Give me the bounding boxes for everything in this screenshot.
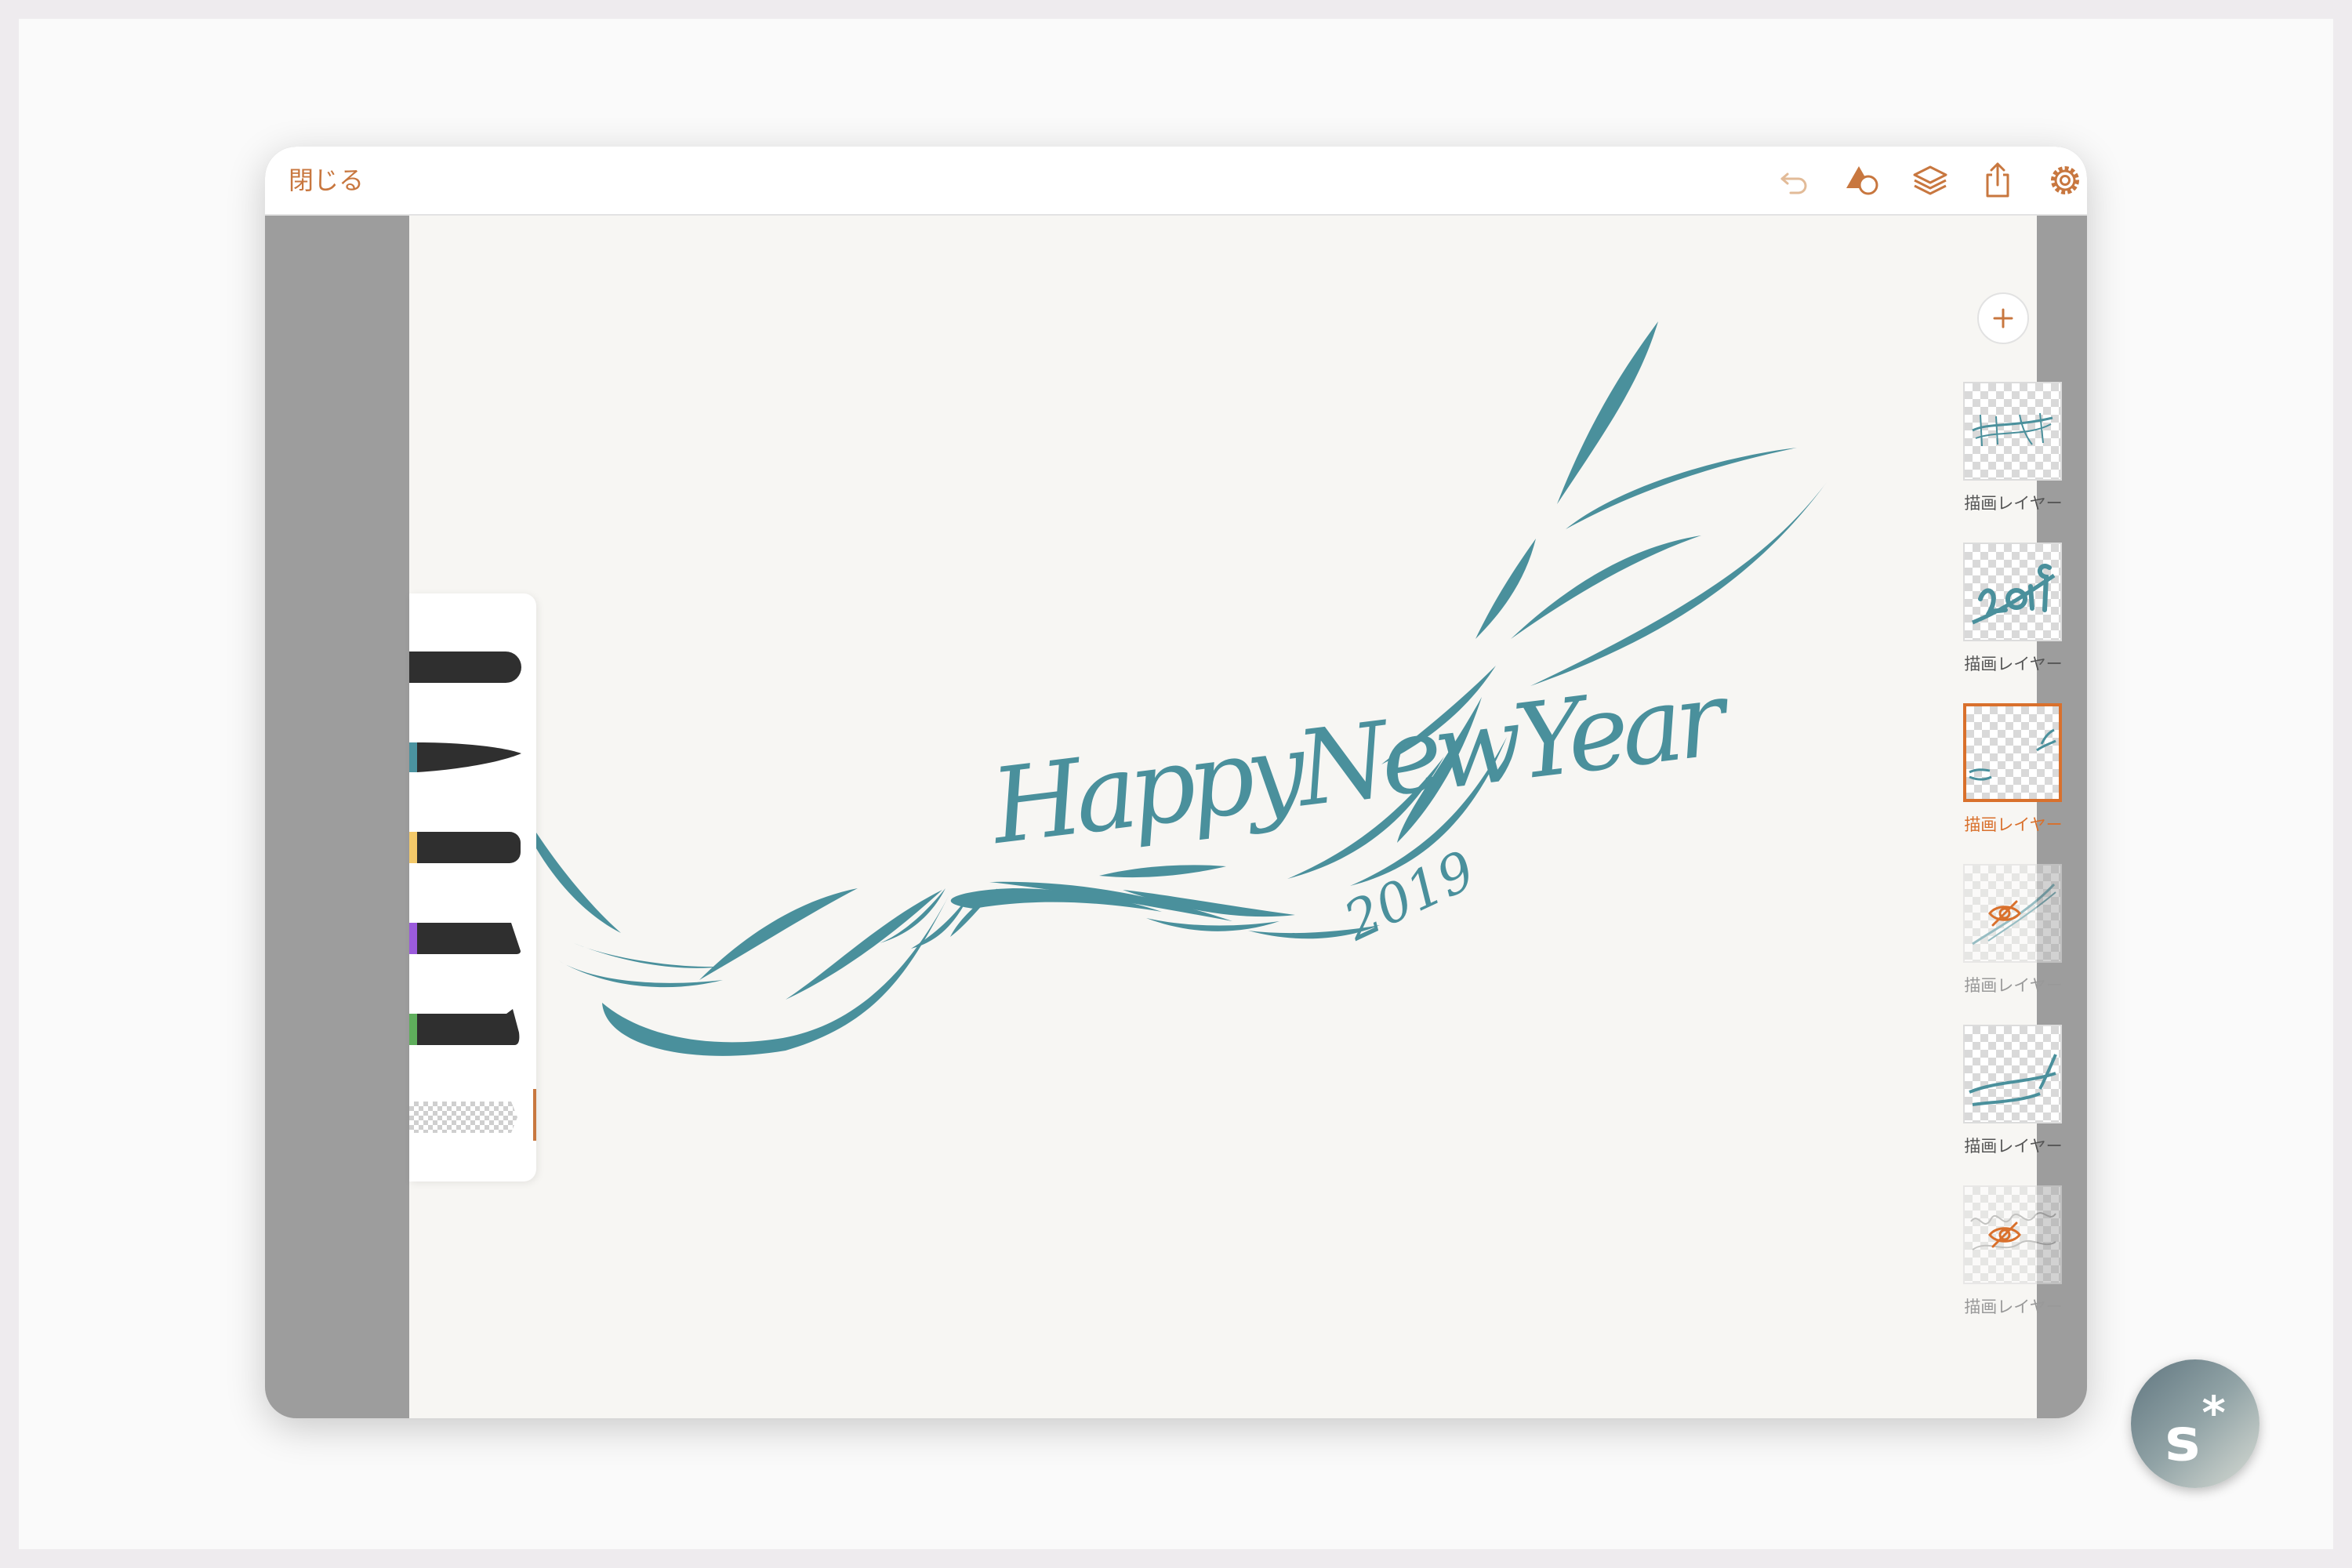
leaf-stroke <box>574 943 723 968</box>
share-button[interactable] <box>1977 160 2018 201</box>
pen-brush-icon <box>409 742 521 772</box>
top-toolbar: 閉じる <box>265 147 2087 216</box>
shapes-icon <box>1846 166 1878 195</box>
undo-icon <box>1780 172 1807 194</box>
layer-name: 描画レイヤー <box>1964 815 2063 834</box>
brush-panel <box>409 593 536 1181</box>
brush-chisel[interactable] <box>409 1009 527 1050</box>
eraser-brush-icon <box>409 1102 517 1133</box>
leaf-stroke <box>1566 448 1797 529</box>
layer-thumbnail <box>1963 1025 2062 1123</box>
layer-name: 描画レイヤー <box>1964 976 2063 995</box>
brush-marker[interactable] <box>409 827 527 868</box>
plus-icon <box>1993 308 2013 328</box>
leaf-stroke <box>1557 321 1658 504</box>
round-brush-icon <box>409 652 521 683</box>
layer-thumbnail <box>1963 703 2062 802</box>
leaf-stroke <box>1511 535 1701 639</box>
close-button[interactable]: 閉じる <box>289 161 364 200</box>
site-logo-badge: s* <box>2131 1359 2259 1488</box>
layer-thumbnail <box>1963 543 2062 641</box>
gear-icon <box>2051 166 2079 194</box>
badge-letter: s <box>2165 1404 2201 1475</box>
layers-button[interactable] <box>1910 160 1951 201</box>
leaf-stroke <box>558 960 723 988</box>
app-window: 閉じる HappyNewYear 2019 描画レイヤー 描画レイヤー 描画レイ… <box>265 147 2087 1418</box>
brush-selection-indicator <box>533 1089 536 1141</box>
layer-thumbnail <box>1963 382 2062 481</box>
settings-button[interactable] <box>2045 160 2085 201</box>
share-icon <box>1986 162 2009 198</box>
undo-button[interactable] <box>1775 160 1816 201</box>
leaf-stroke <box>1475 539 1536 639</box>
marker-brush-icon <box>409 832 521 863</box>
layers-icon <box>1913 165 1947 195</box>
layer-name: 描画レイヤー <box>1964 494 2063 513</box>
badge-asterisk: * <box>2201 1386 2226 1439</box>
shapes-button[interactable] <box>1842 160 1883 201</box>
brush-round[interactable] <box>409 647 527 688</box>
add-layer-button[interactable] <box>1977 292 2029 344</box>
brush-eraser[interactable] <box>409 1097 527 1138</box>
drawing-canvas[interactable]: HappyNewYear 2019 <box>409 216 2037 1418</box>
artwork-main-text: HappyNewYear <box>984 658 1737 869</box>
leaf-stroke <box>1146 918 1279 931</box>
hidden-eye-icon <box>1988 1221 2021 1248</box>
leaf-stroke <box>1530 482 1827 686</box>
leaf-stroke <box>1099 865 1226 878</box>
brush-flat[interactable] <box>409 918 527 959</box>
layer-name: 描画レイヤー <box>1964 1137 2063 1156</box>
chisel-brush-icon <box>409 1009 520 1045</box>
artwork: HappyNewYear 2019 <box>505 321 1827 1056</box>
hidden-eye-icon <box>1988 900 2021 927</box>
layer-name: 描画レイヤー <box>1964 1298 2063 1316</box>
flat-brush-icon <box>409 923 521 954</box>
layer-name: 描画レイヤー <box>1964 655 2063 673</box>
brush-pen[interactable] <box>409 736 527 777</box>
